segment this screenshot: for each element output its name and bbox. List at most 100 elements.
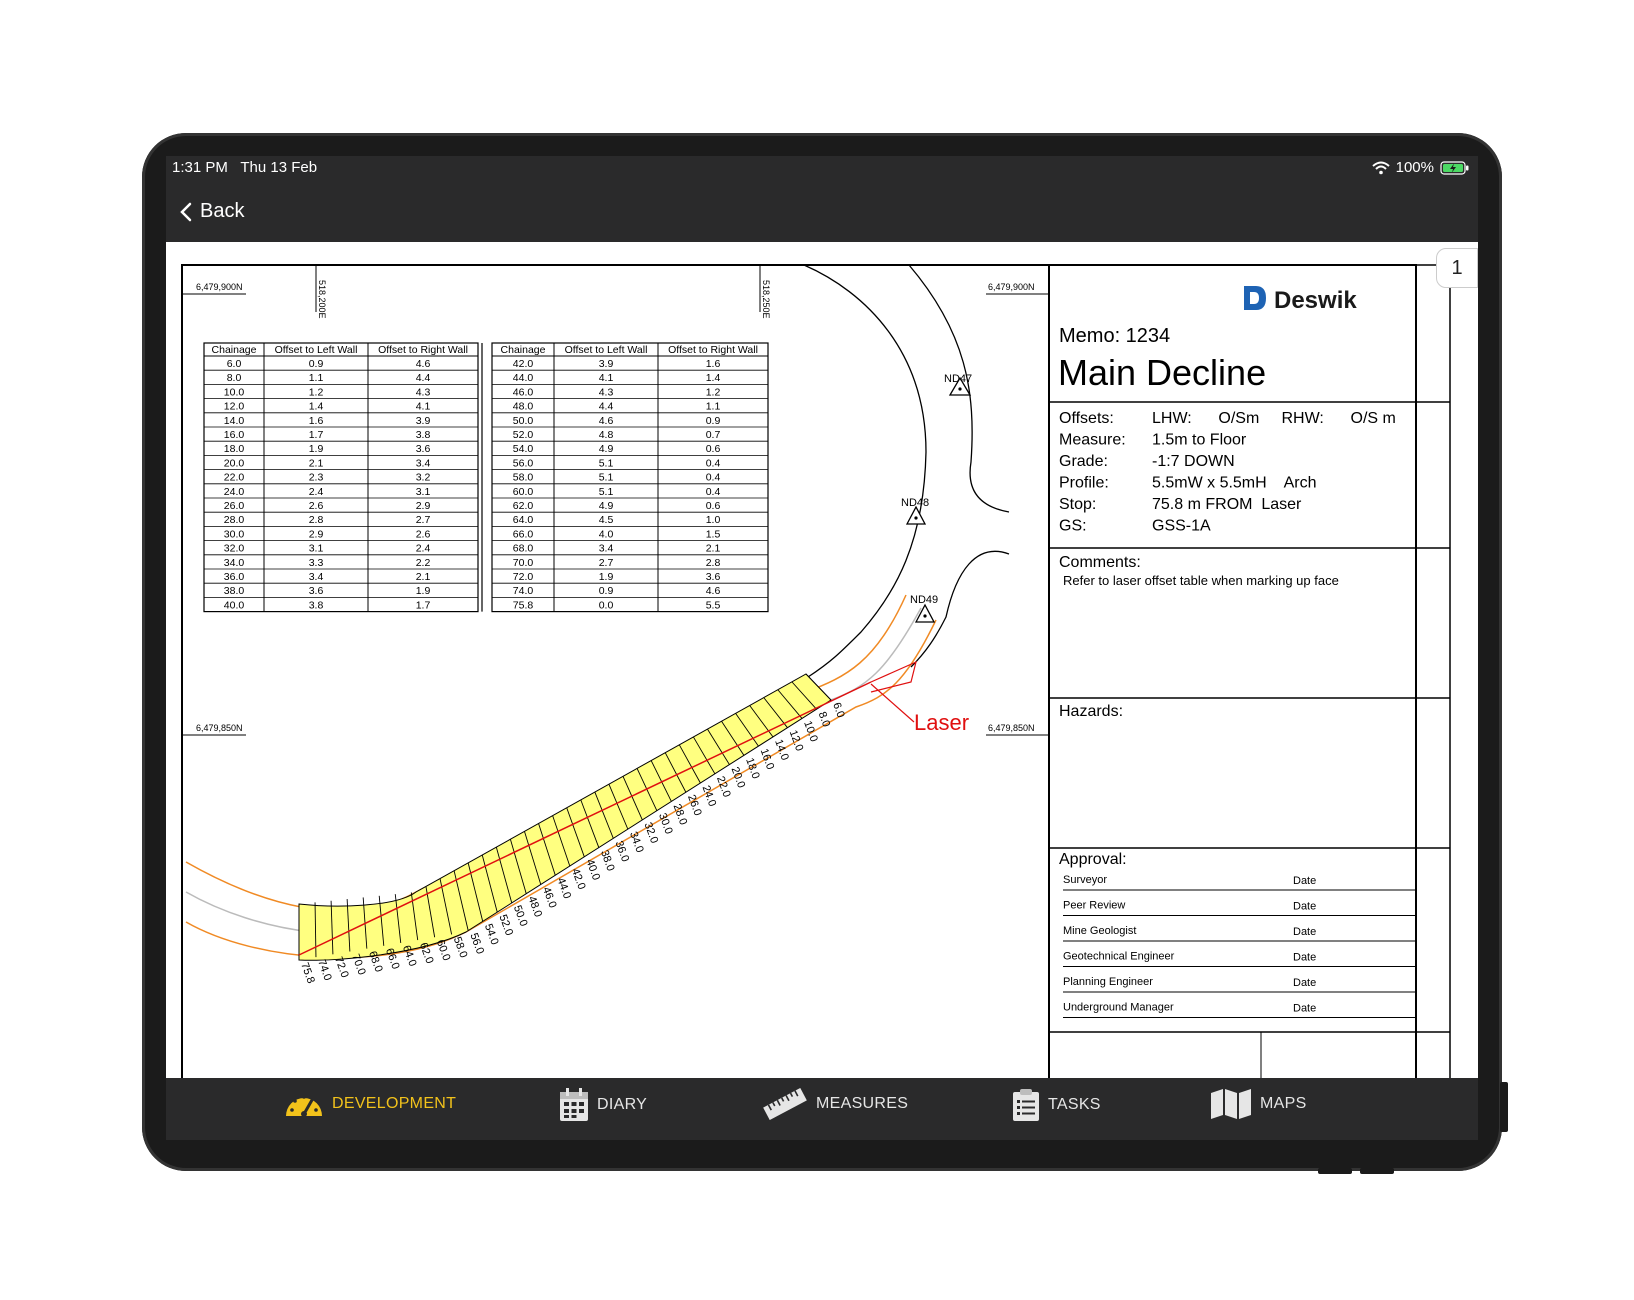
field-value: -1:7 DOWN xyxy=(1152,453,1235,470)
table-cell: 4.9 xyxy=(599,443,614,455)
calendar-icon xyxy=(560,1088,588,1121)
approval-label: Approval: xyxy=(1059,851,1127,868)
table-cell: 2.9 xyxy=(416,500,431,512)
memo-number: Memo: 1234 xyxy=(1059,325,1170,347)
table-cell: 1.2 xyxy=(309,386,324,398)
chainage-label: 8.0 xyxy=(816,710,833,728)
memo-document: 6,479,900N 6,479,900N 6,479,850N 6,479,8… xyxy=(166,242,1478,1078)
chainage-label: 10.0 xyxy=(801,719,820,743)
table-cell: 2.4 xyxy=(309,486,324,498)
grid-label-e1: 518,200E xyxy=(317,280,327,319)
memo-title: Main Decline xyxy=(1058,352,1266,393)
status-right: 100% xyxy=(1371,159,1470,176)
table-cell: 4.4 xyxy=(416,372,431,384)
table-cell: 40.0 xyxy=(224,599,245,611)
table-block xyxy=(491,342,769,613)
table-cell: 5.1 xyxy=(599,457,614,469)
field-value: LHW: O/Sm RHW: O/S m xyxy=(1152,410,1396,427)
table-cell: 0.9 xyxy=(706,415,721,427)
battery-percent: 100% xyxy=(1395,159,1434,176)
nav-bar: Back xyxy=(166,190,1478,238)
table-header: Offset to Right Wall xyxy=(378,344,468,356)
table-cell: 0.9 xyxy=(599,585,614,597)
table-cell: 2.1 xyxy=(706,543,721,555)
tab-label: DEVELOPMENT xyxy=(332,1095,457,1112)
table-cell: 1.9 xyxy=(309,443,324,455)
table-cell: 52.0 xyxy=(513,429,534,441)
table-cell: 4.6 xyxy=(706,585,721,597)
table-cell: 4.5 xyxy=(599,514,614,526)
grid-label-n3: 6,479,850N xyxy=(196,723,243,733)
table-cell: 66.0 xyxy=(513,528,534,540)
table-cell: 34.0 xyxy=(224,557,245,569)
table-cell: 3.2 xyxy=(416,472,431,484)
field-label: Offsets: xyxy=(1059,410,1114,427)
table-cell: 4.0 xyxy=(599,528,614,540)
chainage-label: 36.0 xyxy=(613,839,632,863)
station-label: ND49 xyxy=(910,594,938,606)
field-value: 1.5m to Floor xyxy=(1152,432,1247,449)
field-value: GSS-1A xyxy=(1152,518,1211,535)
table-cell: 28.0 xyxy=(224,514,245,526)
table-cell: 60.0 xyxy=(513,486,534,498)
table-cell: 38.0 xyxy=(224,585,245,597)
approval-date-label: Date xyxy=(1293,1003,1316,1015)
page-number-badge[interactable]: 1 xyxy=(1436,248,1478,288)
table-cell: 2.7 xyxy=(416,514,431,526)
chainage-label: 50.0 xyxy=(511,904,530,928)
chainage-label: 30.0 xyxy=(656,812,675,836)
table-cell: 8.0 xyxy=(227,372,242,384)
table-cell: 3.6 xyxy=(309,585,324,597)
top-button xyxy=(1318,1168,1352,1174)
table-cell: 1.1 xyxy=(309,372,324,384)
approval-date-label: Date xyxy=(1293,875,1316,887)
table-cell: 22.0 xyxy=(224,472,245,484)
approval-role: Mine Geologist xyxy=(1063,925,1136,937)
comments-text: Refer to laser offset table when marking… xyxy=(1063,573,1339,588)
memo-drawing: 6,479,900N 6,479,900N 6,479,850N 6,479,8… xyxy=(181,264,1456,1078)
ruler-icon xyxy=(763,1088,807,1120)
table-header: Chainage xyxy=(212,344,257,356)
table-cell: 0.9 xyxy=(309,358,324,370)
field-label: Measure: xyxy=(1059,432,1126,449)
field-value: 5.5mW x 5.5mH Arch xyxy=(1152,475,1316,492)
table-cell: 2.9 xyxy=(309,528,324,540)
table-cell: 1.5 xyxy=(706,528,721,540)
wifi-icon xyxy=(1371,161,1390,174)
table-cell: 0.4 xyxy=(706,472,721,484)
field-value: 75.8 m FROM Laser xyxy=(1152,496,1302,513)
table-cell: 0.6 xyxy=(706,500,721,512)
approval-date-label: Date xyxy=(1293,901,1316,913)
table-cell: 4.9 xyxy=(599,500,614,512)
field-label: Profile: xyxy=(1059,475,1109,492)
back-label: Back xyxy=(200,200,245,222)
table-cell: 2.3 xyxy=(309,472,324,484)
table-cell: 20.0 xyxy=(224,457,245,469)
centre-line xyxy=(185,607,922,935)
chevron-left-icon xyxy=(180,202,192,221)
chainage-label: 14.0 xyxy=(772,738,791,762)
page-number: 1 xyxy=(1451,256,1463,279)
table-cell: 2.4 xyxy=(416,543,431,555)
tab-label: DIARY xyxy=(597,1096,648,1113)
table-cell: 1.6 xyxy=(706,358,721,370)
table-cell: 46.0 xyxy=(513,386,534,398)
tab-tasks[interactable]: TASKS xyxy=(1012,1088,1101,1122)
offset-table: Chainage 6.0 8.0 10.0 12.0 14.0 16.0 18.0 20.0 22… xyxy=(203,342,769,613)
back-button[interactable]: Back xyxy=(180,200,244,223)
chainage-label: 34.0 xyxy=(627,830,646,854)
table-cell: 48.0 xyxy=(513,401,534,413)
tab-measures[interactable]: MEASURES xyxy=(762,1088,908,1120)
chainage-label: 6.0 xyxy=(830,701,847,719)
tab-diary[interactable]: DIARY xyxy=(559,1088,647,1122)
laser-callout-line xyxy=(870,683,915,723)
tab-maps[interactable]: MAPS xyxy=(1210,1088,1307,1120)
table-cell: 2.1 xyxy=(416,571,431,583)
date: Thu 13 Feb xyxy=(240,159,318,176)
table-cell: 3.6 xyxy=(416,443,431,455)
table-cell: 14.0 xyxy=(224,415,245,427)
tab-development[interactable]: DEVELOPMENT xyxy=(284,1088,456,1120)
table-cell: 0.4 xyxy=(706,457,721,469)
screen: 1:31 PM Thu 13 Feb 100% Back 6,479,900N … xyxy=(166,156,1478,1140)
table-cell: 1.1 xyxy=(706,401,721,413)
